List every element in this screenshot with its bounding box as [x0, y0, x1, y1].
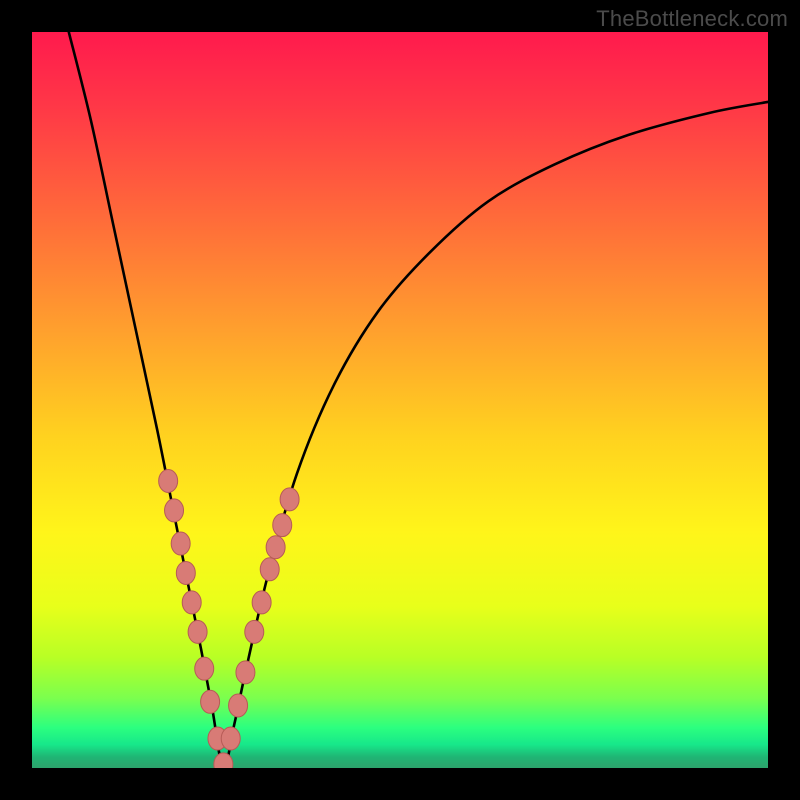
sample-point [171, 532, 190, 555]
watermark-text: TheBottleneck.com [596, 6, 788, 32]
sample-point [165, 499, 184, 522]
chart-overlay [32, 32, 768, 768]
sample-point [221, 727, 240, 750]
sample-point [188, 620, 207, 643]
sample-point [252, 591, 271, 614]
chart-stage: TheBottleneck.com [0, 0, 800, 800]
bottleneck-curve [69, 32, 768, 768]
sample-point [260, 558, 279, 581]
sample-points [159, 469, 299, 768]
plot-area [32, 32, 768, 768]
sample-point [229, 694, 248, 717]
sample-point [195, 657, 214, 680]
sample-point [176, 561, 195, 584]
sample-point [245, 620, 264, 643]
sample-point [201, 690, 220, 713]
sample-point [280, 488, 299, 511]
sample-point [266, 536, 285, 559]
sample-point [273, 514, 292, 537]
sample-point [214, 753, 233, 768]
sample-point [236, 661, 255, 684]
sample-point [159, 469, 178, 492]
sample-point [182, 591, 201, 614]
